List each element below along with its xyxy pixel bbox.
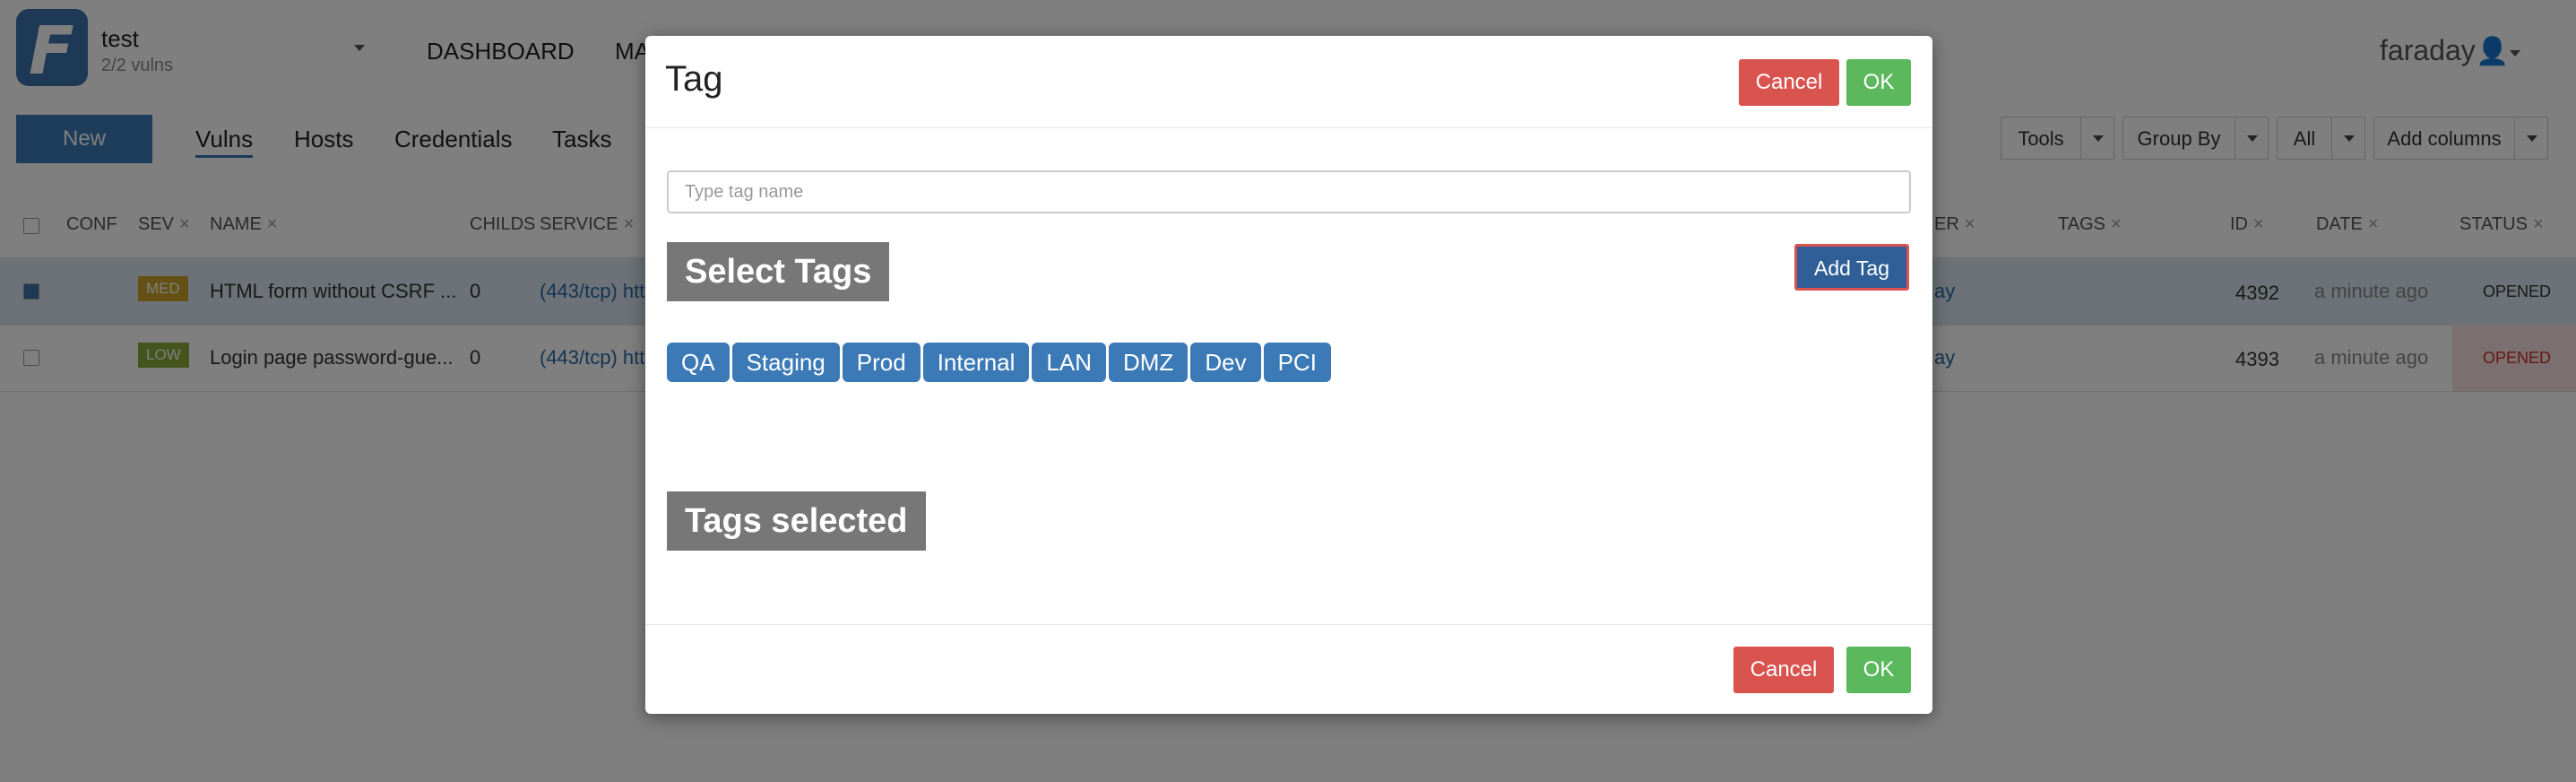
modal-footer: Cancel OK — [645, 624, 1932, 715]
tag-name-input[interactable] — [667, 170, 1911, 213]
available-tags: QA Staging Prod Internal LAN DMZ Dev PCI — [667, 343, 1331, 382]
select-tags-heading: Select Tags — [667, 242, 890, 301]
cancel-button[interactable]: Cancel — [1733, 647, 1834, 693]
tag-chip-qa[interactable]: QA — [667, 343, 730, 382]
add-tag-button[interactable]: Add Tag — [1794, 244, 1909, 291]
tag-chip-dmz[interactable]: DMZ — [1109, 343, 1189, 382]
tag-chip-pci[interactable]: PCI — [1263, 343, 1331, 382]
tag-modal: Tag Cancel OK Select Tags Add Tag QA Sta… — [645, 36, 1932, 714]
ok-button[interactable]: OK — [1846, 59, 1911, 106]
ok-button[interactable]: OK — [1846, 647, 1911, 693]
tag-chip-dev[interactable]: Dev — [1190, 343, 1261, 382]
tag-chip-prod[interactable]: Prod — [842, 343, 921, 382]
tag-chip-internal[interactable]: Internal — [922, 343, 1030, 382]
modal-title: Tag — [665, 59, 723, 99]
cancel-button[interactable]: Cancel — [1739, 59, 1839, 106]
modal-header: Tag Cancel OK — [645, 36, 1932, 128]
tag-chip-lan[interactable]: LAN — [1032, 343, 1106, 382]
tags-selected-heading: Tags selected — [667, 491, 926, 551]
tag-chip-staging[interactable]: Staging — [731, 343, 840, 382]
